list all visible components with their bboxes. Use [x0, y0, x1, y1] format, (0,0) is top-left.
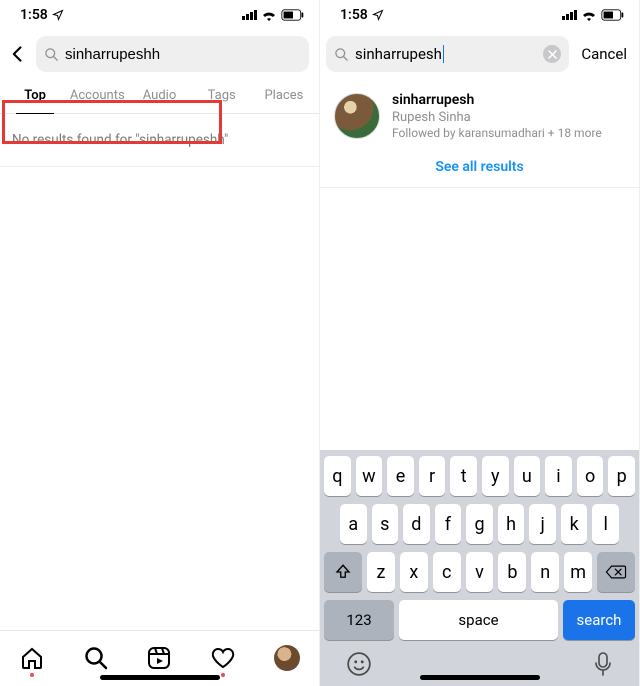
- key-h[interactable]: h: [498, 504, 525, 544]
- cell-signal-icon: [242, 10, 257, 20]
- location-icon: [372, 9, 384, 21]
- keyboard-row-4: 123 space search: [324, 600, 635, 640]
- key-p[interactable]: p: [608, 456, 635, 496]
- status-bar: 1:58: [0, 0, 319, 30]
- status-bar: 1:58: [320, 0, 639, 30]
- shift-icon: [334, 563, 352, 581]
- clear-search-button[interactable]: [543, 45, 561, 63]
- key-search[interactable]: search: [563, 600, 635, 640]
- search-header: sinharrupesh Cancel: [320, 30, 639, 80]
- notification-dot: [221, 673, 225, 677]
- see-all-results[interactable]: See all results: [320, 145, 639, 188]
- tab-audio[interactable]: Audio: [128, 80, 190, 113]
- avatar: [334, 93, 380, 139]
- key-k[interactable]: k: [561, 504, 588, 544]
- key-d[interactable]: d: [403, 504, 430, 544]
- phone-left: 1:58 Top Accounts Audio Tags Places No r…: [0, 0, 320, 686]
- home-indicator: [100, 675, 220, 680]
- tab-tags[interactable]: Tags: [191, 80, 253, 113]
- search-icon: [44, 47, 59, 62]
- wifi-icon: [581, 9, 597, 21]
- key-u[interactable]: u: [514, 456, 541, 496]
- key-t[interactable]: t: [450, 456, 477, 496]
- no-results-area: No results found for "sinharrupeshh": [0, 114, 319, 167]
- key-l[interactable]: l: [592, 504, 619, 544]
- key-z[interactable]: z: [367, 552, 395, 592]
- back-button[interactable]: [6, 42, 30, 66]
- nav-profile[interactable]: [274, 645, 300, 671]
- keyboard-row-1: q w e r t y u i o p: [324, 456, 635, 496]
- key-v[interactable]: v: [466, 552, 494, 592]
- key-g[interactable]: g: [466, 504, 493, 544]
- nav-search[interactable]: [83, 645, 109, 671]
- key-q[interactable]: q: [324, 456, 351, 496]
- nav-reels[interactable]: [146, 645, 172, 671]
- notification-dot: [30, 673, 34, 677]
- search-icon: [334, 47, 349, 62]
- key-space[interactable]: space: [399, 600, 558, 640]
- key-w[interactable]: w: [356, 456, 383, 496]
- keyboard: q w e r t y u i o p a s d f g h j k l z: [320, 450, 639, 686]
- battery-icon: [281, 9, 305, 21]
- key-i[interactable]: i: [545, 456, 572, 496]
- key-e[interactable]: e: [387, 456, 414, 496]
- dictation-button[interactable]: [593, 651, 613, 683]
- search-icon: [84, 646, 108, 670]
- close-icon: [548, 50, 557, 59]
- key-a[interactable]: a: [340, 504, 367, 544]
- result-fullname: Rupesh Sinha: [392, 110, 602, 126]
- key-o[interactable]: o: [577, 456, 604, 496]
- search-input[interactable]: [65, 46, 301, 63]
- search-tabs: Top Accounts Audio Tags Places: [0, 80, 319, 114]
- nav-home[interactable]: [19, 645, 45, 671]
- result-followed-by: Followed by karansumadhari + 18 more: [392, 126, 602, 141]
- cell-signal-icon: [562, 10, 577, 20]
- search-result[interactable]: sinharrupesh Rupesh Sinha Followed by ka…: [320, 80, 639, 145]
- wifi-icon: [261, 9, 277, 21]
- nav-activity[interactable]: [210, 645, 236, 671]
- location-icon: [52, 9, 64, 21]
- avatar: [274, 645, 300, 671]
- key-n[interactable]: n: [531, 552, 559, 592]
- result-username: sinharrupesh: [392, 92, 602, 110]
- key-j[interactable]: j: [529, 504, 556, 544]
- status-time: 1:58: [340, 7, 368, 23]
- tab-places[interactable]: Places: [253, 80, 315, 113]
- key-shift[interactable]: [324, 552, 362, 592]
- search-header: [0, 30, 319, 80]
- cancel-button[interactable]: Cancel: [575, 45, 629, 63]
- home-icon: [20, 646, 44, 670]
- home-indicator: [420, 675, 540, 680]
- battery-icon: [601, 9, 625, 21]
- search-box[interactable]: [36, 36, 309, 72]
- tab-top[interactable]: Top: [4, 80, 66, 113]
- mic-icon: [593, 651, 613, 677]
- key-backspace[interactable]: [597, 552, 635, 592]
- keyboard-row-3: z x c v b n m: [324, 552, 635, 592]
- backspace-icon: [605, 563, 627, 581]
- reels-icon: [147, 646, 171, 670]
- key-numbers[interactable]: 123: [324, 600, 394, 640]
- key-c[interactable]: c: [433, 552, 461, 592]
- key-m[interactable]: m: [564, 552, 592, 592]
- emoji-icon: [346, 651, 372, 677]
- key-f[interactable]: f: [435, 504, 462, 544]
- key-b[interactable]: b: [498, 552, 526, 592]
- status-time: 1:58: [20, 7, 48, 23]
- phone-right: 1:58 sinharrupesh Cancel sinharrupesh Ru…: [320, 0, 640, 686]
- key-s[interactable]: s: [372, 504, 399, 544]
- text-cursor: [443, 45, 445, 63]
- key-r[interactable]: r: [419, 456, 446, 496]
- no-results-text: No results found for "sinharrupeshh": [12, 132, 307, 148]
- chevron-left-icon: [8, 44, 28, 64]
- key-y[interactable]: y: [482, 456, 509, 496]
- key-x[interactable]: x: [400, 552, 428, 592]
- tab-accounts[interactable]: Accounts: [66, 80, 128, 113]
- result-meta: sinharrupesh Rupesh Sinha Followed by ka…: [392, 92, 602, 141]
- search-box[interactable]: sinharrupesh: [326, 36, 569, 72]
- heart-icon: [211, 646, 235, 670]
- search-input[interactable]: sinharrupesh: [355, 45, 442, 63]
- keyboard-row-2: a s d f g h j k l: [324, 504, 635, 544]
- emoji-button[interactable]: [346, 651, 372, 683]
